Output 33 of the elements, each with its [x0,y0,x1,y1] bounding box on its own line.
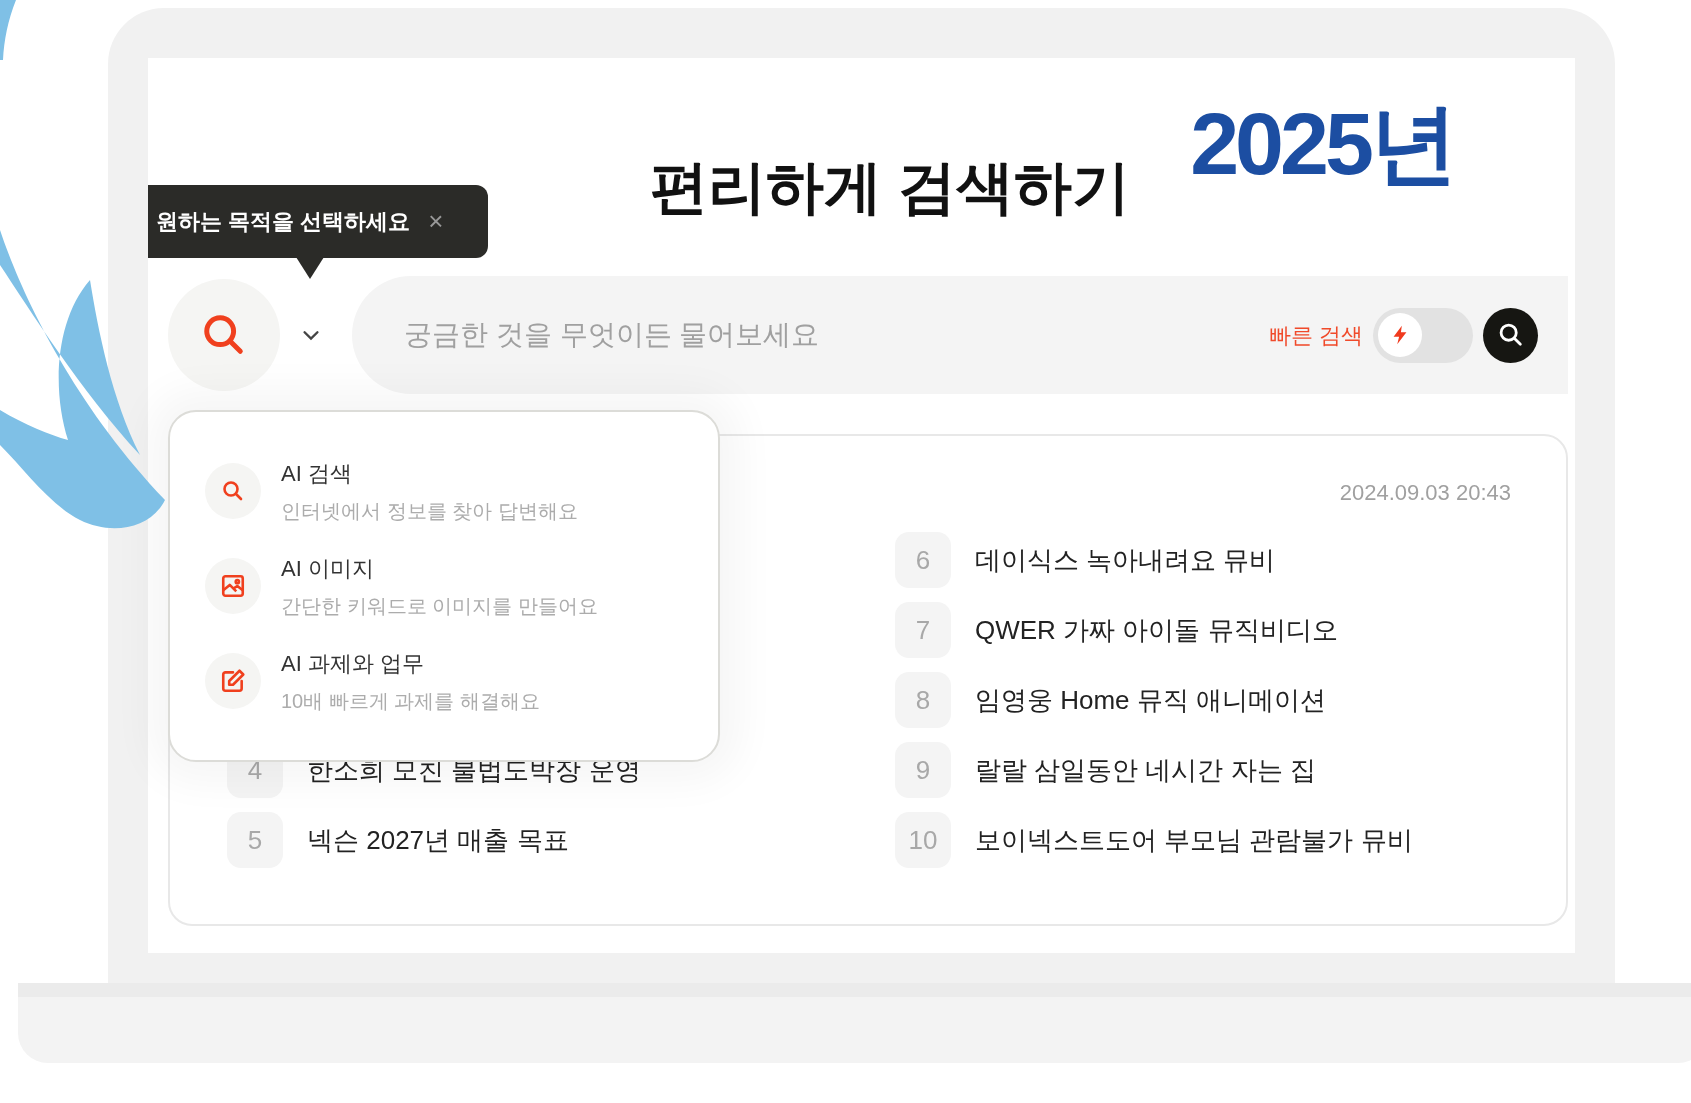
search-input[interactable]: 궁금한 것을 무엇이든 물어보세요 [404,314,1269,356]
search-icon [221,479,245,503]
menu-item[interactable]: AI 검색 인터넷에서 정보를 찾아 답변해요 [205,456,718,526]
year-heading: 2025년 [1190,100,1454,188]
rank-number: 8 [895,672,951,728]
menu-item-description: 10배 빠르게 과제를 해결해요 [281,688,540,714]
menu-item-description: 간단한 키워드로 이미지를 만들어요 [281,593,598,619]
trending-topic[interactable]: 보이넥스트도어 부모님 관람불가 뮤비 [975,820,1413,860]
quick-search-label: 빠른 검색 [1268,321,1363,350]
menu-item[interactable]: AI 과제와 업무 10배 빠르게 과제를 해결해요 [205,646,718,716]
rank-number: 6 [895,532,951,588]
curved-stroke-drawing [0,0,16,60]
rank-number: 5 [227,812,283,868]
menu-item-title: AI 검색 [281,459,353,488]
trending-topic[interactable]: 데이식스 녹아내려요 뮤비 [975,540,1276,580]
timestamp: 2024.09.03 20:43 [1339,479,1511,507]
menu-item-title: AI 이미지 [281,554,375,583]
trending-topic[interactable]: 임영웅 Home 뮤직 애니메이션 [975,680,1327,720]
rank-number: 7 [895,602,951,658]
rank-number: 9 [895,742,951,798]
menu-item-title: AI 과제와 업무 [281,649,425,678]
menu-item-description: 인터넷에서 정보를 찾아 답변해요 [281,498,578,524]
image-icon [220,573,246,599]
menu-item[interactable]: AI 이미지 간단한 키워드로 이미지를 만들어요 [205,551,718,621]
search-button[interactable] [1483,307,1538,363]
close-button[interactable]: × [428,202,444,241]
trending-topic[interactable]: 넥슨 2027년 매출 목표 [307,820,569,860]
trending-topic[interactable]: QWER 가짜 아이돌 뮤직비디오 [975,610,1338,650]
trending-topic[interactable]: 랄랄 삼일동안 네시간 자는 집 [975,750,1316,790]
page-title: 편리하게 검색하기 [650,153,1131,221]
edit-icon [220,668,246,694]
tooltip-text: 원하는 목적을 선택하세요 [156,208,411,236]
rank-number: 10 [895,812,951,868]
